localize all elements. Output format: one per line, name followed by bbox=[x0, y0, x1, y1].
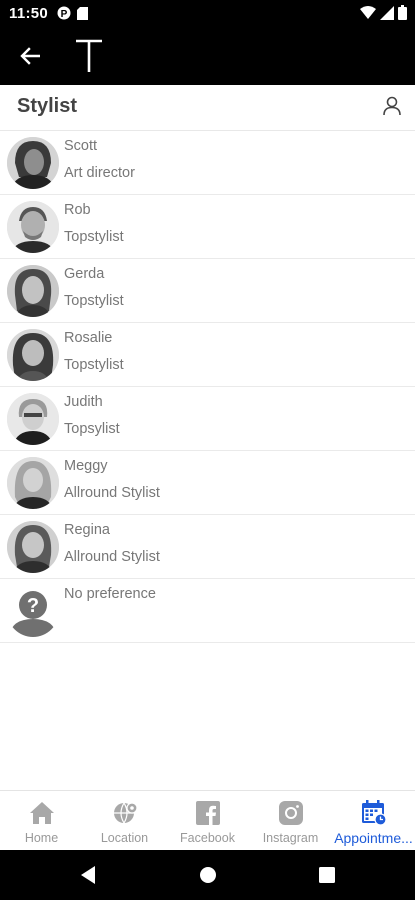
stylist-name: Regina bbox=[64, 522, 110, 538]
stylist-name: Gerda bbox=[64, 266, 105, 282]
stylist-name: Rob bbox=[64, 202, 91, 218]
nav-item-facebook[interactable]: Facebook bbox=[166, 791, 249, 850]
wifi-icon bbox=[360, 5, 376, 19]
facebook-icon bbox=[195, 801, 220, 825]
stylist-avatar bbox=[7, 521, 59, 573]
stylist-avatar bbox=[7, 457, 59, 509]
stylist-name: Rosalie bbox=[64, 330, 113, 346]
stylist-role: Topstylist bbox=[64, 357, 124, 373]
system-nav-bar bbox=[0, 850, 415, 900]
app-bar bbox=[0, 28, 415, 85]
person-icon bbox=[383, 96, 401, 116]
nav-label: Location bbox=[100, 831, 149, 845]
status-bar: 11:50 P bbox=[0, 0, 415, 28]
stylist-name: Meggy bbox=[64, 458, 108, 474]
app-logo-icon bbox=[76, 39, 102, 72]
nav-item-home[interactable]: Home bbox=[0, 791, 83, 850]
stylist-role: Allround Stylist bbox=[64, 485, 160, 501]
system-home-icon[interactable] bbox=[199, 865, 217, 885]
stylist-row-no-preference[interactable]: ? No preference bbox=[0, 579, 415, 643]
sd-card-icon bbox=[77, 6, 88, 20]
stylist-role: Topstylist bbox=[64, 229, 124, 245]
instagram-icon bbox=[278, 801, 303, 825]
stylist-role: Art director bbox=[64, 165, 135, 181]
stylist-name: Judith bbox=[64, 394, 103, 410]
stylist-row-judith[interactable]: Judith Topsylist bbox=[0, 387, 415, 451]
nav-item-instagram[interactable]: Instagram bbox=[249, 791, 332, 850]
battery-icon bbox=[398, 5, 407, 20]
svg-text:P: P bbox=[61, 9, 68, 20]
back-button[interactable] bbox=[14, 40, 46, 72]
globe-location-icon bbox=[113, 802, 138, 824]
nav-label: Instagram bbox=[262, 831, 319, 845]
profile-button[interactable] bbox=[379, 93, 405, 119]
bottom-nav: Home Location Facebook Instagram Appoint… bbox=[0, 790, 415, 850]
stylist-row-rosalie[interactable]: Rosalie Topstylist bbox=[0, 323, 415, 387]
svg-text:?: ? bbox=[27, 595, 39, 617]
stylist-avatar bbox=[7, 329, 59, 381]
stylist-role: Topstylist bbox=[64, 293, 124, 309]
nav-item-location[interactable]: Location bbox=[83, 791, 166, 850]
stylist-list: Scott Art director Rob Topstylist Gerda bbox=[0, 131, 415, 643]
stylist-row-scott[interactable]: Scott Art director bbox=[0, 131, 415, 195]
signal-icon bbox=[380, 5, 394, 20]
status-time: 11:50 bbox=[9, 5, 49, 22]
stylist-avatar bbox=[7, 265, 59, 317]
status-system-icons bbox=[360, 5, 407, 20]
section-header: Stylist bbox=[0, 85, 415, 131]
stylist-role: Allround Stylist bbox=[64, 549, 160, 565]
stylist-row-rob[interactable]: Rob Topstylist bbox=[0, 195, 415, 259]
stylist-role: Topsylist bbox=[64, 421, 120, 437]
stylist-row-gerda[interactable]: Gerda Topstylist bbox=[0, 259, 415, 323]
arrow-left-icon bbox=[20, 47, 40, 65]
stylist-avatar bbox=[7, 201, 59, 253]
stylist-name: Scott bbox=[64, 138, 98, 154]
nav-label: Appointme... bbox=[334, 830, 413, 846]
stylist-name: No preference bbox=[64, 586, 156, 602]
home-icon bbox=[29, 802, 54, 824]
question-avatar-icon: ? bbox=[7, 585, 59, 637]
stylist-row-meggy[interactable]: Meggy Allround Stylist bbox=[0, 451, 415, 515]
nav-label: Home bbox=[24, 831, 59, 845]
stylist-avatar bbox=[7, 137, 59, 189]
status-notification-icons: P bbox=[57, 6, 88, 20]
system-back-icon[interactable] bbox=[79, 865, 97, 885]
nav-item-appointment[interactable]: Appointme... bbox=[332, 791, 415, 850]
stylist-row-regina[interactable]: Regina Allround Stylist bbox=[0, 515, 415, 579]
p-app-icon: P bbox=[57, 6, 71, 20]
stylist-avatar bbox=[7, 393, 59, 445]
nav-label: Facebook bbox=[180, 831, 235, 845]
system-recents-icon[interactable] bbox=[318, 865, 336, 885]
page-title: Stylist bbox=[17, 95, 78, 117]
calendar-icon bbox=[361, 800, 387, 826]
